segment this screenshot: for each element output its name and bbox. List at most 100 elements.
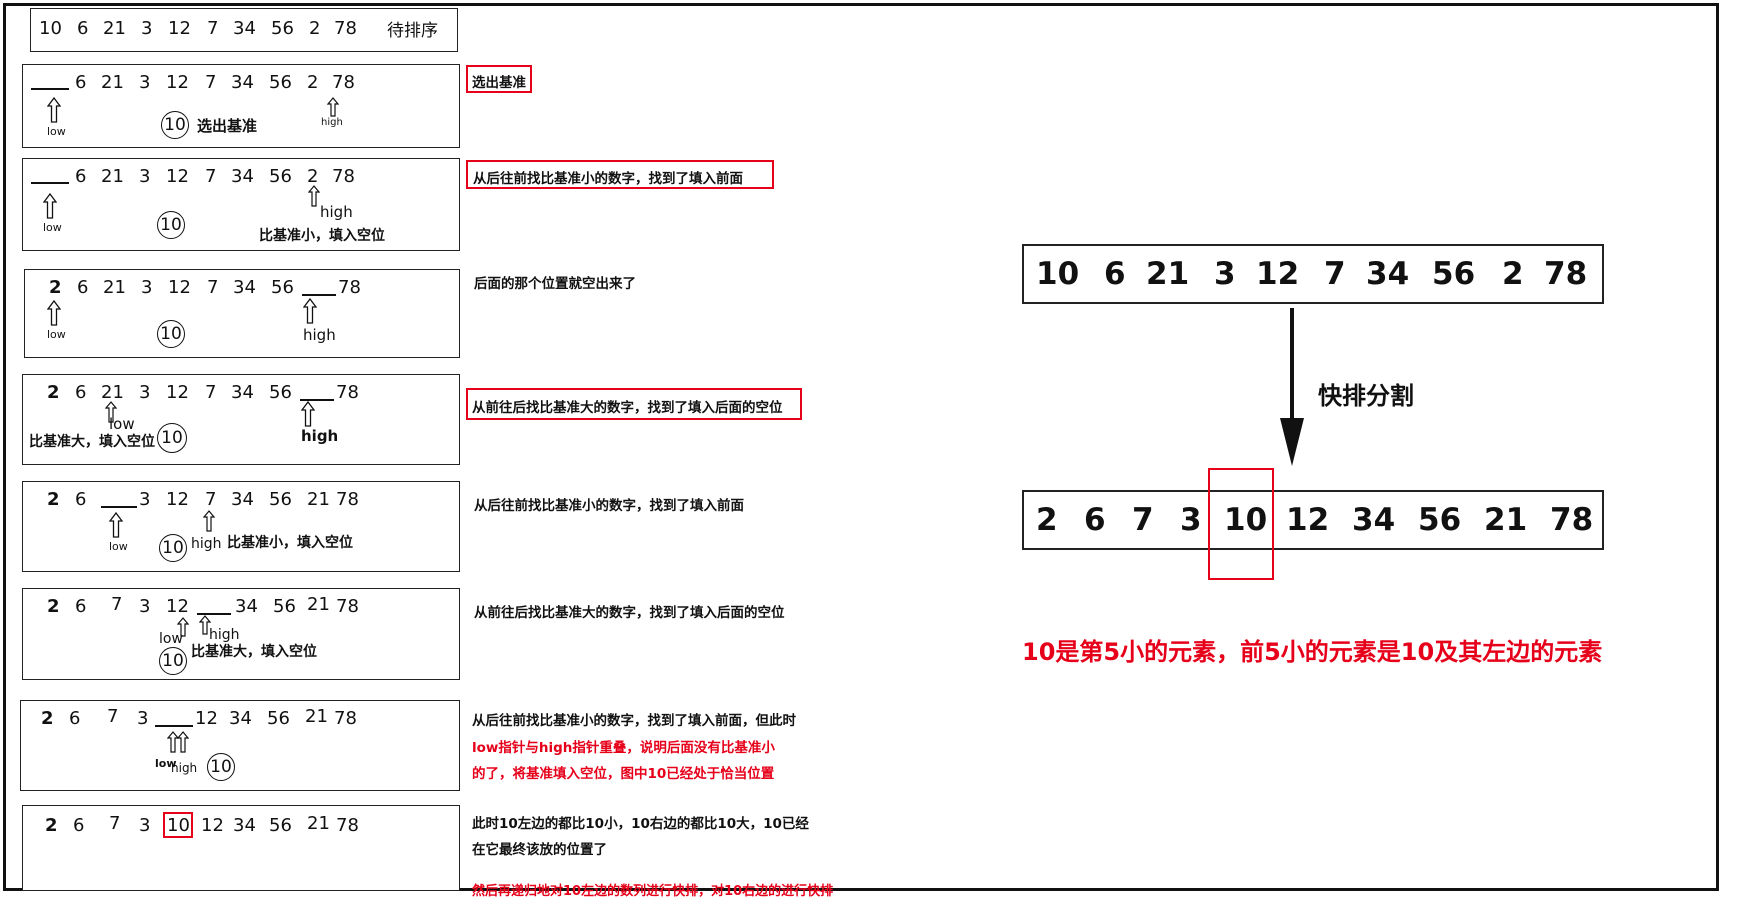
blank-slot	[31, 182, 69, 184]
summary-number: 21	[1484, 502, 1528, 538]
row-step-3: 2 6 21 3 12 7 34 56 78 low high 10	[24, 269, 460, 358]
summary-number: 56	[1418, 502, 1462, 538]
high-label: high	[303, 326, 336, 344]
number: 3	[139, 596, 151, 617]
summary-number: 78	[1550, 502, 1594, 538]
number: 21	[101, 382, 124, 403]
number: 34	[229, 708, 252, 729]
summary-number: 2	[1502, 256, 1524, 292]
number: 78	[338, 277, 361, 298]
row-tag: 待排序	[387, 21, 438, 41]
number: 21	[101, 72, 124, 93]
number: 56	[271, 18, 294, 39]
summary-before-array: 10 6 21 3 12 7 34 56 2 78	[1022, 244, 1604, 304]
number: 2	[45, 815, 58, 836]
number: 7	[207, 277, 219, 298]
summary-number: 3	[1214, 256, 1236, 292]
low-label: low	[159, 631, 183, 647]
number: 34	[231, 382, 254, 403]
summary-number: 7	[1324, 256, 1346, 292]
number: 2	[307, 72, 319, 93]
number: 2	[47, 382, 60, 403]
high-arrow-icon	[308, 185, 320, 207]
high-label: high	[321, 117, 343, 128]
number: 34	[233, 277, 256, 298]
number: 21	[101, 166, 124, 187]
number: 78	[332, 166, 355, 187]
number: 6	[75, 596, 87, 617]
number: 78	[336, 596, 359, 617]
row-step-2: 6 21 3 12 7 34 56 2 78 low high 10 比基准小，…	[22, 158, 460, 251]
number: 7	[205, 489, 217, 510]
pivot-circle: 10	[161, 111, 189, 139]
summary-number: 56	[1432, 256, 1476, 292]
blank-slot	[31, 88, 69, 90]
step-note-warning: 然后再递归地对10左边的数列进行快排，对10右边的进行快排	[472, 884, 834, 899]
step-note: 从前往后找比基准大的数字，找到了填入后面的空位	[472, 400, 783, 416]
number: 6	[75, 382, 87, 403]
step-tag: 比基准大，填入空位	[29, 434, 155, 450]
high-label: high	[171, 761, 198, 775]
step-note: 从后往前找比基准小的数字，找到了填入前面	[474, 498, 744, 514]
low-label: low	[43, 221, 62, 234]
number: 6	[75, 166, 87, 187]
number: 21	[305, 706, 328, 727]
arrow-label: 快排分割	[1318, 382, 1414, 410]
number: 2	[41, 708, 54, 729]
summary-number: 2	[1036, 502, 1058, 538]
number: 12	[166, 382, 189, 403]
summary-number: 6	[1104, 256, 1126, 292]
number: 12	[166, 596, 189, 617]
high-arrow-icon	[301, 401, 315, 427]
number: 3	[139, 72, 151, 93]
step-note-warning: low指针与high指针重叠，说明后面没有比基准小	[472, 740, 775, 756]
number: 2	[307, 166, 319, 187]
number: 56	[269, 815, 292, 836]
step-note: 后面的那个位置就空出来了	[474, 276, 636, 292]
number: 7	[207, 18, 219, 39]
summary-after-array: 2 6 7 3 10 12 34 56 21 78	[1022, 490, 1604, 550]
number: 21	[307, 813, 330, 834]
number: 10	[39, 18, 62, 39]
number: 6	[77, 277, 89, 298]
number: 6	[73, 815, 85, 836]
summary-number: 21	[1146, 256, 1190, 292]
number: 56	[269, 166, 292, 187]
number: 34	[231, 489, 254, 510]
low-arrow-icon	[43, 193, 57, 219]
low-label: low	[109, 540, 128, 553]
number: 7	[109, 813, 121, 834]
low-label: low	[47, 328, 66, 341]
number: 7	[111, 594, 123, 615]
step-note-warning: 的了，将基准填入空位，图中10已经处于恰当位置	[472, 766, 775, 782]
summary-number: 6	[1084, 502, 1106, 538]
number: 3	[139, 166, 151, 187]
number: 3	[139, 815, 151, 836]
number: 21	[103, 18, 126, 39]
low-arrow-icon	[47, 97, 61, 123]
number: 56	[267, 708, 290, 729]
summary-number: 3	[1180, 502, 1202, 538]
number: 6	[75, 489, 87, 510]
summary-number: 78	[1544, 256, 1588, 292]
number: 78	[334, 708, 357, 729]
summary-number: 34	[1352, 502, 1396, 538]
number: 12	[168, 18, 191, 39]
pivot-circle: 10	[157, 423, 187, 453]
number: 56	[269, 489, 292, 510]
number: 56	[269, 72, 292, 93]
blank-slot	[155, 725, 193, 727]
number: 21	[307, 594, 330, 615]
number: 78	[334, 18, 357, 39]
pivot-circle: 10	[159, 534, 187, 562]
pivot-highlight-box	[1208, 468, 1274, 580]
number: 56	[271, 277, 294, 298]
row-step-1: 6 21 3 12 7 34 56 2 78 low high 10 选出基准	[22, 64, 460, 148]
summary-number: 7	[1132, 502, 1154, 538]
high-arrow-icon	[303, 298, 317, 324]
row-step-8: 2 6 7 3 10 12 34 56 21 78	[22, 805, 460, 891]
row-step-7: 2 6 7 3 12 34 56 21 78 low high 10	[20, 700, 460, 791]
step-note: 从后往前找比基准小的数字，找到了填入前面，但此时	[472, 713, 796, 729]
number: 12	[166, 166, 189, 187]
number: 3	[139, 382, 151, 403]
